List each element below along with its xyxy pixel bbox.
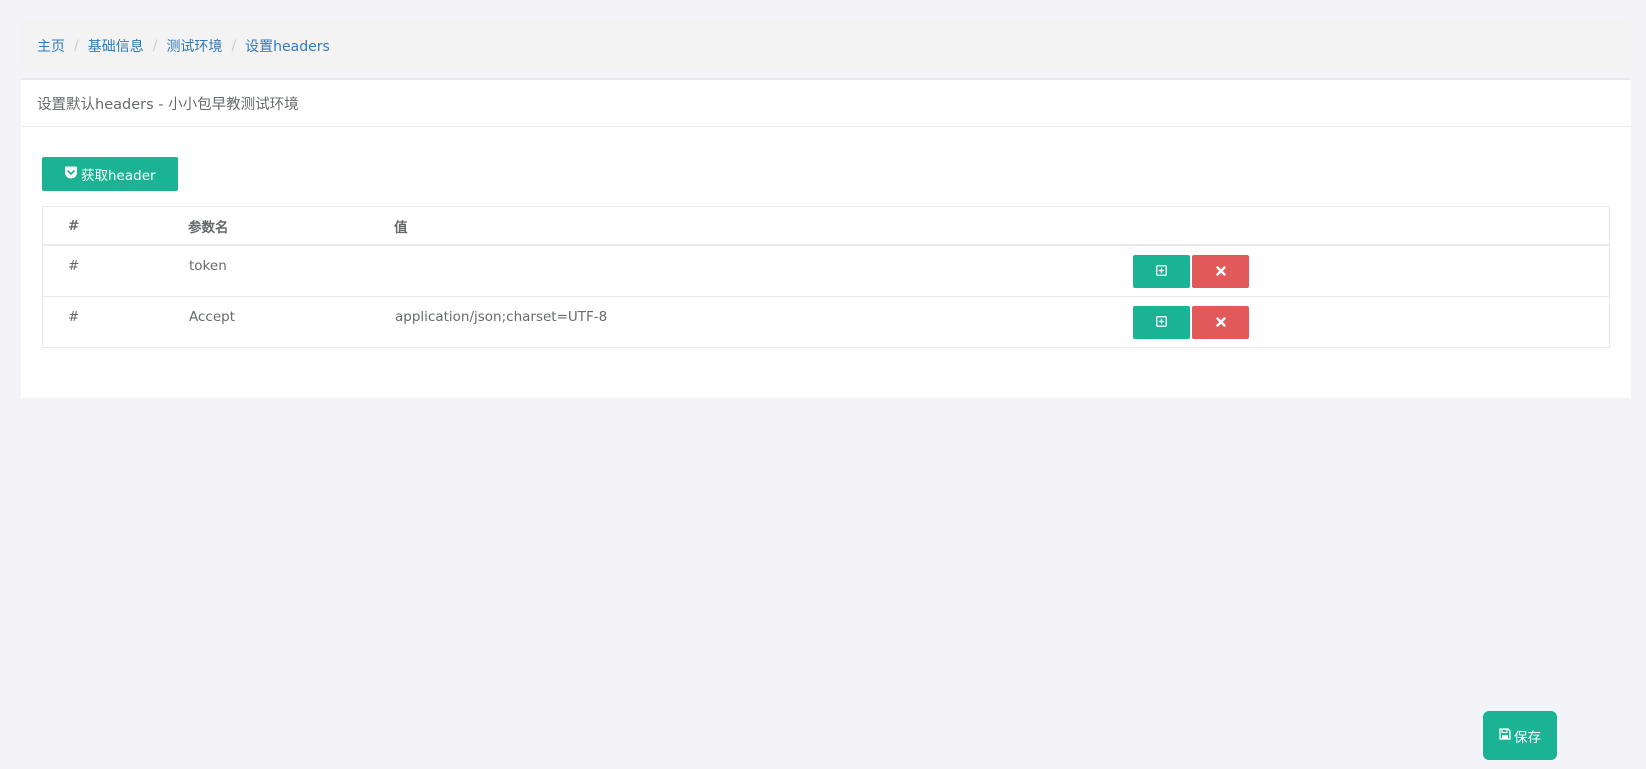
headers-table-container: # 参数名 值 # token # Accept application/jso…	[42, 206, 1610, 348]
table-row: # token	[43, 245, 1609, 296]
plus-square-icon	[1156, 315, 1167, 330]
row-actions	[1132, 245, 1609, 296]
headers-panel: 设置默认headers - 小小包早教测试环境 获取header # 参数名 值	[21, 78, 1631, 398]
close-icon	[1215, 264, 1226, 279]
delete-row-button[interactable]	[1192, 305, 1249, 339]
row-param-value	[394, 245, 1132, 296]
delete-row-button[interactable]	[1192, 255, 1249, 288]
row-param-name: token	[189, 258, 227, 274]
breadcrumb-separator: /	[74, 37, 79, 54]
pocket-icon	[64, 166, 78, 183]
row-index: #	[43, 295, 188, 347]
fetch-header-button[interactable]: 获取header	[42, 157, 178, 191]
column-header-index: #	[43, 207, 188, 246]
save-label: 保存	[1514, 729, 1541, 746]
panel-body: 获取header # 参数名 值 # token # Accept applic…	[21, 127, 1631, 378]
panel-title: 设置默认headers - 小小包早教测试环境	[21, 80, 1631, 127]
breadcrumb-set-headers[interactable]: 设置headers	[245, 36, 330, 56]
row-param-name: Accept	[188, 295, 394, 347]
breadcrumb-home[interactable]: 主页	[37, 36, 65, 56]
breadcrumb-test-env[interactable]: 测试环境	[166, 36, 222, 56]
add-row-button[interactable]	[1133, 305, 1190, 339]
table-header-row: # 参数名 值	[43, 207, 1609, 246]
column-header-actions	[1132, 207, 1609, 246]
table-row: # Accept application/json;charset=UTF-8	[43, 295, 1609, 347]
column-header-param-name: 参数名	[188, 207, 394, 246]
row-param-value: application/json;charset=UTF-8	[394, 295, 1132, 347]
floppy-disk-icon	[1499, 727, 1511, 744]
breadcrumb-basic-info[interactable]: 基础信息	[88, 36, 144, 56]
breadcrumb: 主页 / 基础信息 / 测试环境 / 设置headers	[21, 21, 1631, 70]
row-actions	[1132, 295, 1609, 347]
breadcrumb-separator: /	[152, 37, 158, 54]
fetch-header-label: 获取header	[81, 168, 156, 184]
plus-square-icon	[1156, 264, 1167, 279]
save-button[interactable]: 保存	[1483, 711, 1557, 760]
add-row-button[interactable]	[1133, 255, 1190, 288]
column-header-value: 值	[394, 207, 1132, 246]
headers-table: # 参数名 值 # token # Accept application/jso…	[43, 207, 1609, 347]
breadcrumb-separator: /	[231, 37, 237, 54]
close-icon	[1215, 315, 1226, 330]
row-index: #	[68, 258, 80, 274]
